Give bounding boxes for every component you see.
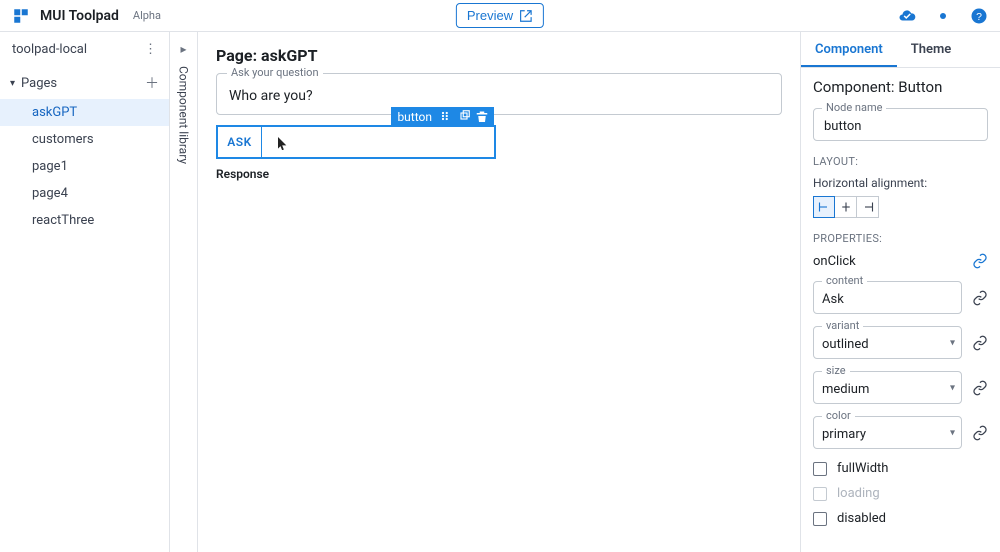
pages-list: askGPT customers page1 page4 reactThree <box>0 99 169 234</box>
theme-toggle-icon[interactable] <box>934 7 952 25</box>
alpha-tag: Alpha <box>133 9 161 22</box>
question-input-label: Ask your question <box>227 66 323 79</box>
checkbox-icon <box>813 512 827 526</box>
chevron-down-icon: ▾ <box>950 427 955 438</box>
variant-select[interactable]: variant outlined ▾ <box>813 326 962 359</box>
preview-button-label: Preview <box>467 8 513 23</box>
fullWidth-label: fullWidth <box>837 461 888 476</box>
layout-section-label: LAYOUT: <box>813 155 988 168</box>
node-name-field[interactable]: Node name button <box>813 108 988 141</box>
properties-section-label: PROPERTIES: <box>813 232 988 245</box>
loading-checkbox-row: loading <box>813 486 988 501</box>
chevron-down-icon: ▾ <box>950 382 955 393</box>
inspector-title: Component: Button <box>813 78 988 96</box>
page-item-page4[interactable]: page4 <box>0 180 169 207</box>
project-menu-icon[interactable]: ⋮ <box>144 43 157 56</box>
page-item-reactThree[interactable]: reactThree <box>0 207 169 234</box>
ask-button-selection[interactable]: button ASK <box>216 125 496 159</box>
preview-button[interactable]: Preview <box>456 3 544 28</box>
tab-theme[interactable]: Theme <box>897 32 966 67</box>
add-page-icon[interactable]: ＋ <box>145 73 159 93</box>
variant-value: outlined <box>822 337 953 352</box>
cloud-done-icon[interactable] <box>898 7 916 25</box>
size-value: medium <box>822 382 953 397</box>
fullWidth-checkbox-row[interactable]: fullWidth <box>813 461 988 476</box>
bind-icon-content[interactable] <box>972 290 988 306</box>
content-value: Ask <box>822 292 953 307</box>
bind-icon-variant[interactable] <box>972 335 988 351</box>
ask-button[interactable]: ASK <box>218 127 262 157</box>
disabled-checkbox-row[interactable]: disabled <box>813 511 988 526</box>
content-field[interactable]: content Ask <box>813 281 962 314</box>
page-title: Page: askGPT <box>216 46 782 65</box>
page-item-page1[interactable]: page1 <box>0 153 169 180</box>
component-library-label: Component library <box>177 66 191 164</box>
drag-handle-icon[interactable] <box>440 110 452 125</box>
disabled-label: disabled <box>837 511 886 526</box>
color-select[interactable]: color primary ▾ <box>813 416 962 449</box>
node-name-value: button <box>824 119 977 134</box>
bind-icon-color[interactable] <box>972 425 988 441</box>
align-center-button[interactable] <box>835 196 857 218</box>
size-select[interactable]: size medium ▾ <box>813 371 962 404</box>
open-external-icon <box>519 9 533 23</box>
selection-type-label: button <box>397 110 432 124</box>
question-input[interactable]: Ask your question Who are you? <box>216 73 782 115</box>
project-name: toolpad-local <box>12 42 87 57</box>
pages-label: Pages <box>21 76 57 91</box>
color-value: primary <box>822 427 953 442</box>
expand-library-icon[interactable]: ▸ <box>180 42 186 56</box>
toolpad-logo <box>12 7 30 25</box>
halign-group <box>813 196 988 218</box>
variant-label: variant <box>822 319 863 332</box>
svg-text:?: ? <box>976 10 982 22</box>
onClick-label: onClick <box>813 254 856 269</box>
node-name-label: Node name <box>822 101 886 114</box>
align-start-button[interactable] <box>813 196 835 218</box>
checkbox-icon <box>813 487 827 501</box>
page-item-askGPT[interactable]: askGPT <box>0 99 169 126</box>
pages-collapse-icon[interactable]: ▾ <box>10 78 15 89</box>
bind-icon-size[interactable] <box>972 380 988 396</box>
loading-label: loading <box>837 486 880 501</box>
delete-icon[interactable] <box>476 110 488 125</box>
question-input-value: Who are you? <box>229 88 769 104</box>
brand-name: MUI Toolpad <box>40 8 119 24</box>
content-label: content <box>822 274 867 287</box>
response-heading: Response <box>216 167 782 181</box>
page-item-customers[interactable]: customers <box>0 126 169 153</box>
tab-component[interactable]: Component <box>801 32 897 67</box>
align-end-button[interactable] <box>857 196 879 218</box>
size-label: size <box>822 364 850 377</box>
help-icon[interactable]: ? <box>970 7 988 25</box>
color-label: color <box>822 409 855 422</box>
duplicate-icon[interactable] <box>458 110 470 125</box>
bind-icon-onClick[interactable] <box>972 253 988 269</box>
halign-label: Horizontal alignment: <box>813 176 988 190</box>
cursor-icon <box>278 137 288 151</box>
chevron-down-icon: ▾ <box>950 337 955 348</box>
checkbox-icon <box>813 462 827 476</box>
selection-toolbar: button <box>391 107 494 127</box>
